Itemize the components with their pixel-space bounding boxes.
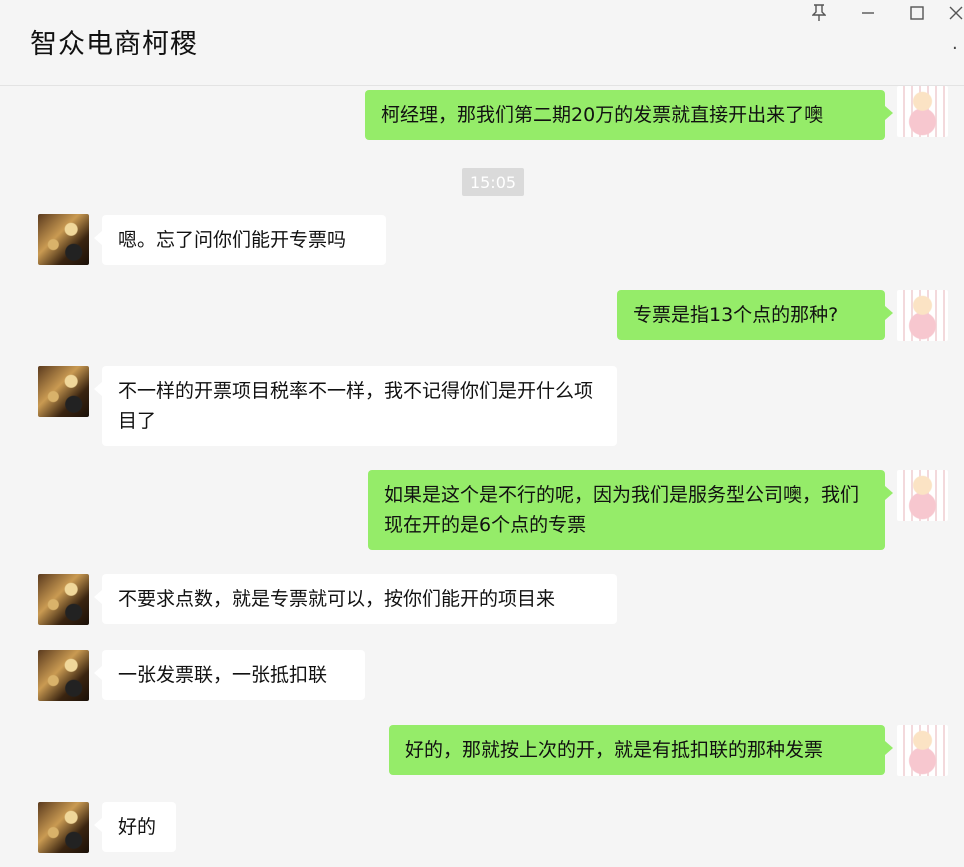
message-text: 好的，那就按上次的开，就是有抵扣联的那种发票 bbox=[405, 739, 824, 761]
message-bubble-incoming[interactable]: 不要求点数，就是专票就可以，按你们能开的项目来 bbox=[94, 574, 617, 624]
message-bubble-incoming[interactable]: 一张发票联，一张抵扣联 bbox=[94, 650, 365, 700]
chat-title: 智众电商柯稷 bbox=[30, 29, 198, 60]
message-bubble-outgoing[interactable]: 好的，那就按上次的开，就是有抵扣联的那种发票 bbox=[389, 725, 893, 775]
message-bubble-incoming[interactable]: 好的 bbox=[94, 802, 176, 852]
contact-avatar[interactable] bbox=[38, 574, 89, 625]
timestamp: 15:05 bbox=[462, 168, 524, 196]
close-icon[interactable] bbox=[948, 2, 964, 24]
message-bubble-incoming[interactable]: 嗯。忘了问你们能开专票吗 bbox=[94, 215, 386, 265]
contact-avatar[interactable] bbox=[38, 802, 89, 853]
contact-avatar[interactable] bbox=[38, 214, 89, 265]
my-avatar[interactable] bbox=[897, 290, 948, 341]
title-bar: 智众电商柯稷 · bbox=[0, 0, 964, 86]
maximize-icon[interactable] bbox=[906, 2, 928, 24]
message-bubble-outgoing[interactable]: 如果是这个是不行的呢，因为我们是服务型公司噢，我们现在开的是6个点的专票 bbox=[368, 470, 893, 550]
more-icon[interactable]: · bbox=[952, 38, 958, 59]
my-avatar[interactable] bbox=[897, 725, 948, 776]
contact-avatar[interactable] bbox=[38, 650, 89, 701]
message-text: 一张发票联，一张抵扣联 bbox=[118, 664, 328, 686]
message-text: 好的 bbox=[118, 816, 157, 838]
message-bubble-incoming[interactable]: 不一样的开票项目税率不一样，我不记得你们是开什么项目了 bbox=[94, 366, 617, 446]
message-bubble-outgoing[interactable]: 专票是指13个点的那种? bbox=[617, 290, 893, 340]
my-avatar[interactable] bbox=[897, 470, 948, 521]
message-text: 专票是指13个点的那种? bbox=[633, 304, 839, 326]
my-avatar[interactable] bbox=[897, 86, 948, 137]
message-text: 不一样的开票项目税率不一样，我不记得你们是开什么项目了 bbox=[118, 380, 594, 432]
chat-area: 柯经理，那我们第二期20万的发票就直接开出来了噢 15:05 嗯。忘了问你们能开… bbox=[0, 86, 964, 867]
message-text: 嗯。忘了问你们能开专票吗 bbox=[118, 229, 347, 251]
message-text: 如果是这个是不行的呢，因为我们是服务型公司噢，我们现在开的是6个点的专票 bbox=[384, 484, 860, 536]
minimize-icon[interactable] bbox=[857, 2, 879, 24]
message-bubble-outgoing[interactable]: 柯经理，那我们第二期20万的发票就直接开出来了噢 bbox=[365, 90, 893, 140]
pin-icon[interactable] bbox=[808, 2, 830, 24]
message-text: 不要求点数，就是专票就可以，按你们能开的项目来 bbox=[118, 588, 556, 610]
message-text: 柯经理，那我们第二期20万的发票就直接开出来了噢 bbox=[381, 104, 824, 126]
contact-avatar[interactable] bbox=[38, 366, 89, 417]
